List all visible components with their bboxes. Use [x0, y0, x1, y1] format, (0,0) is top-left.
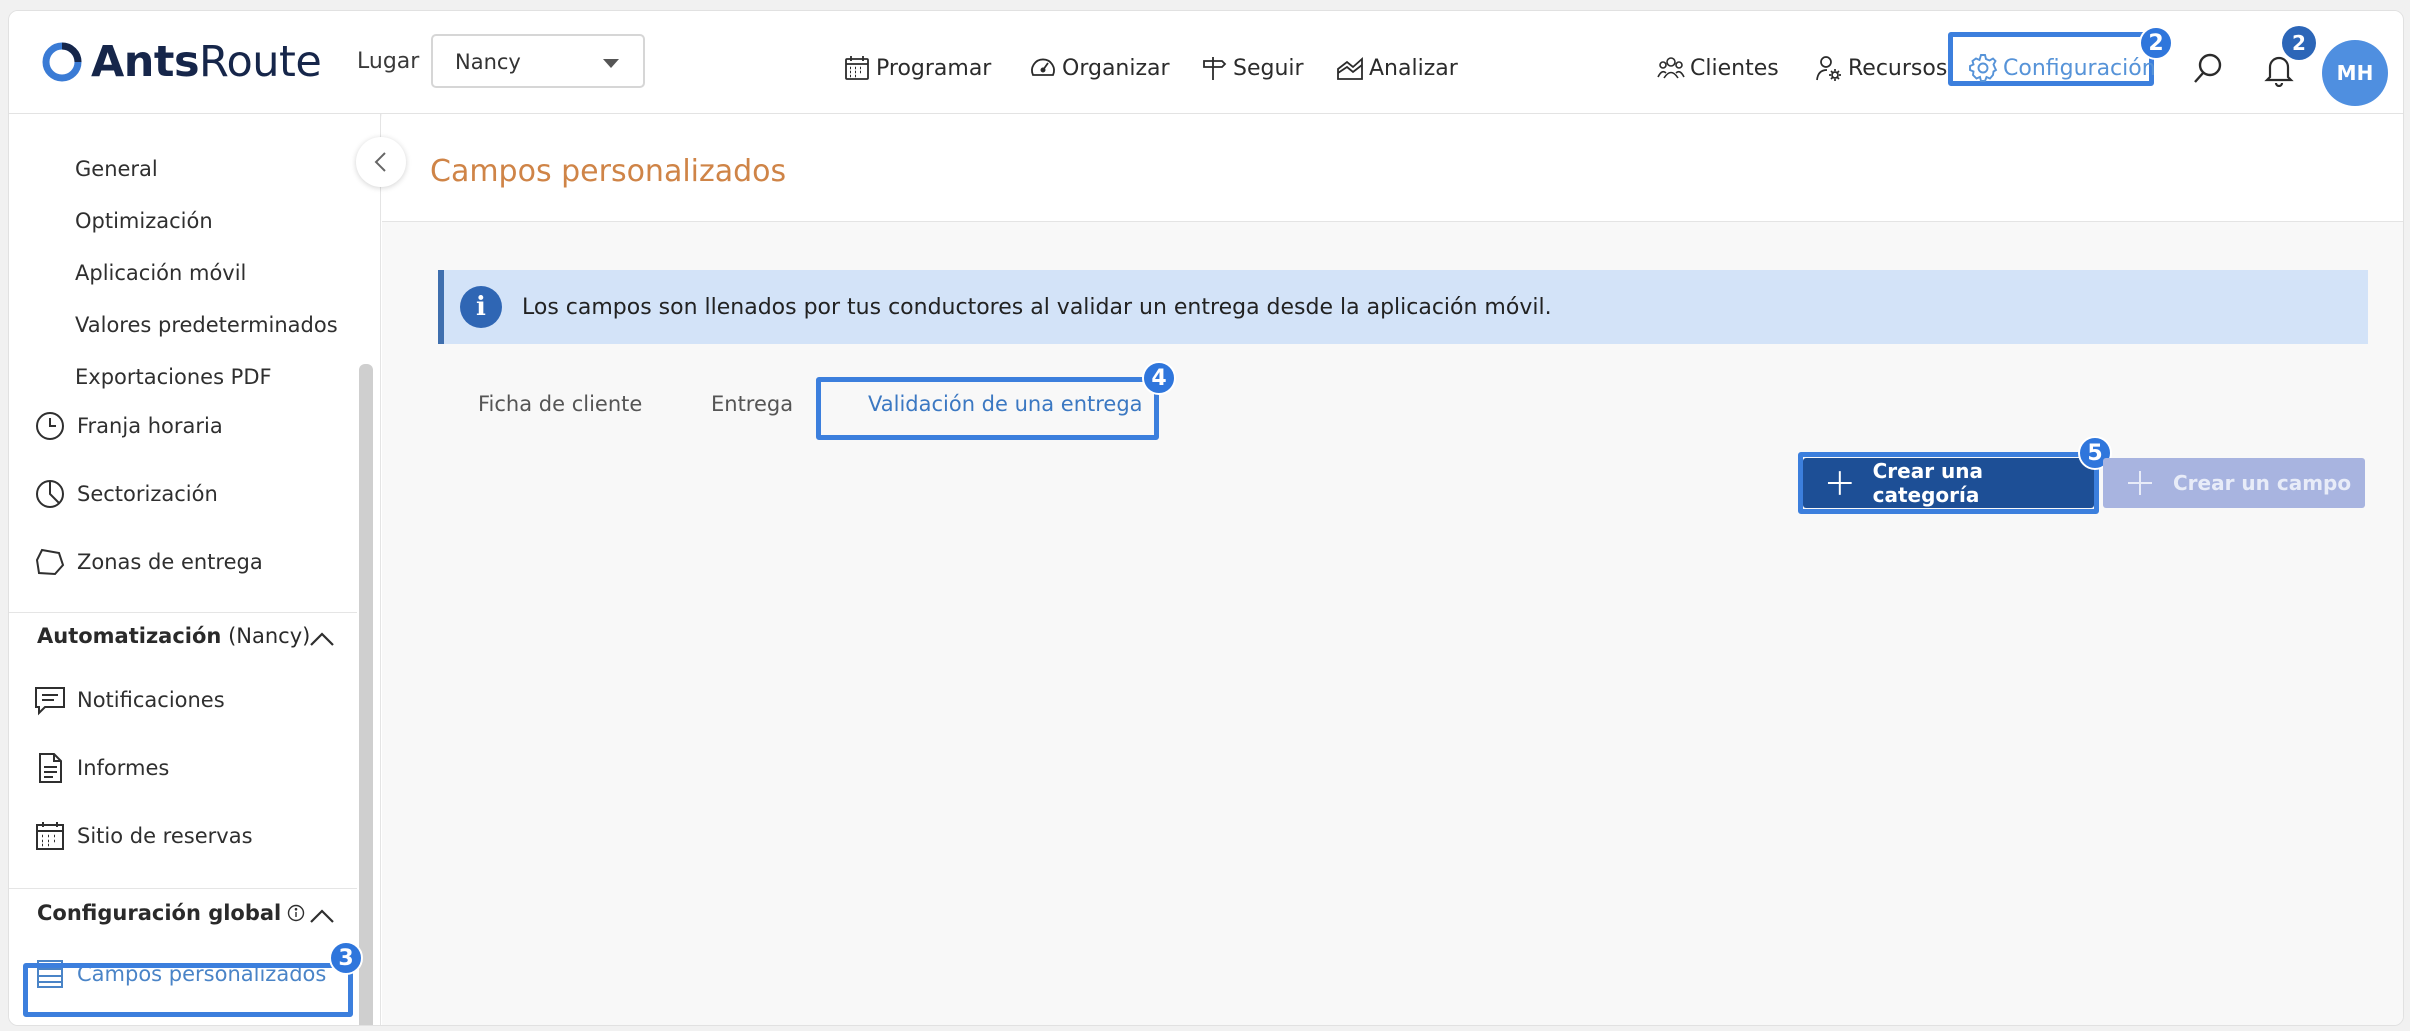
- sidebar-sub-item-aplicacion-movil[interactable]: Aplicación móvil: [75, 261, 246, 285]
- info-banner: i Los campos son llenados por tus conduc…: [438, 270, 2368, 344]
- sidebar-item-franja-horaria[interactable]: Franja horaria: [33, 409, 223, 443]
- polygon-icon: [35, 548, 65, 576]
- notification-count-badge: 2: [2282, 26, 2316, 60]
- clock-icon: [36, 412, 64, 440]
- logo-mark-icon: [42, 42, 82, 82]
- sidebar-divider: [9, 888, 357, 889]
- chevron-left-icon: [374, 152, 386, 172]
- sidebar: General Optimización Aplicación móvil Va…: [9, 114, 381, 1025]
- sidebar-item-sitio-de-reservas[interactable]: Sitio de reservas: [33, 819, 253, 853]
- nav-recursos-label: Recursos: [1848, 55, 1948, 81]
- pie-chart-icon: [36, 480, 64, 508]
- sidebar-item-sectorizacion[interactable]: Sectorización: [33, 477, 218, 511]
- nav-configuracion-label: Configuración: [2003, 55, 2156, 81]
- create-category-button[interactable]: Crear una categoría: [1803, 458, 2094, 508]
- logo-text: AntsRoute: [91, 37, 322, 87]
- sidebar-item-label: Notificaciones: [77, 688, 225, 712]
- message-icon: [35, 687, 65, 716]
- sidebar-section-configuracion-global[interactable]: Configuración global: [37, 901, 305, 925]
- sidebar-sub-item-valores-predeterminados[interactable]: Valores predeterminados: [75, 313, 338, 337]
- nav-programar[interactable]: Programar: [842, 51, 991, 85]
- nav-clientes[interactable]: Clientes: [1656, 51, 1779, 85]
- sidebar-item-label: Franja horaria: [77, 414, 223, 438]
- nav-seguir-label: Seguir: [1233, 55, 1304, 81]
- sidebar-sub-item-exportaciones-pdf[interactable]: Exportaciones PDF: [75, 365, 272, 389]
- caret-down-icon: [603, 59, 619, 68]
- sidebar-sub-item-general[interactable]: General: [75, 157, 158, 181]
- page-title: Campos personalizados: [430, 154, 787, 189]
- gear-icon: [1969, 54, 1998, 82]
- sidebar-section-automatizacion[interactable]: Automatización (Nancy): [37, 624, 310, 648]
- speedometer-icon: [1031, 58, 1055, 76]
- page-header: Campos personalizados: [382, 114, 2403, 222]
- chart-area-icon: [1337, 56, 1363, 80]
- top-bar: AntsRoute Lugar Nancy Programar Organiza…: [9, 11, 2403, 114]
- chevron-up-icon[interactable]: [307, 906, 337, 926]
- info-banner-text: Los campos son llenados por tus conducto…: [522, 294, 1552, 320]
- campos-highlight: [23, 963, 353, 1017]
- avatar[interactable]: MH: [2322, 40, 2388, 106]
- sidebar-sub-item-optimizacion[interactable]: Optimización: [75, 209, 213, 233]
- app-window: AntsRoute Lugar Nancy Programar Organiza…: [8, 10, 2404, 1026]
- nav-clientes-label: Clientes: [1690, 55, 1779, 81]
- chevron-up-icon[interactable]: [307, 629, 337, 649]
- section-title: Configuración global: [37, 901, 282, 925]
- calendar-grid-icon: [36, 822, 64, 850]
- sidebar-item-label: Informes: [77, 756, 170, 780]
- calendar-icon: [845, 56, 869, 80]
- info-icon: i: [460, 286, 502, 328]
- sidebar-item-notificaciones[interactable]: Notificaciones: [33, 683, 225, 717]
- antsroute-logo[interactable]: AntsRoute: [41, 37, 322, 87]
- sidebar-divider: [9, 612, 357, 613]
- place-select[interactable]: Nancy: [431, 34, 645, 88]
- step-badge: 3: [329, 941, 363, 975]
- nav-seguir[interactable]: Seguir: [1199, 51, 1304, 85]
- search-icon[interactable]: [2191, 51, 2225, 87]
- nav-analizar[interactable]: Analizar: [1335, 51, 1458, 85]
- info-circle-icon[interactable]: [287, 904, 305, 922]
- sidebar-item-label: Zonas de entrega: [77, 550, 263, 574]
- sidebar-item-label: Sectorización: [77, 482, 218, 506]
- place-select-value: Nancy: [455, 50, 521, 74]
- nav-analizar-label: Analizar: [1369, 55, 1458, 81]
- nav-programar-label: Programar: [876, 55, 992, 81]
- user-gear-icon: [1816, 56, 1841, 81]
- nav-organizar[interactable]: Organizar: [1028, 51, 1170, 85]
- signpost-icon: [1203, 57, 1227, 80]
- tab-entrega[interactable]: Entrega: [711, 392, 793, 416]
- place-label: Lugar: [357, 49, 420, 74]
- create-category-label: Crear una categoría: [1872, 459, 1984, 507]
- document-icon: [39, 753, 62, 783]
- users-icon: [1657, 57, 1685, 79]
- plus-icon: [2128, 471, 2152, 495]
- sidebar-item-informes[interactable]: Informes: [33, 751, 169, 785]
- collapse-sidebar-button[interactable]: [356, 137, 406, 187]
- nav-configuracion[interactable]: Configuración: [1967, 51, 2156, 85]
- nav-recursos[interactable]: Recursos: [1814, 51, 1947, 85]
- tab-ficha-de-cliente[interactable]: Ficha de cliente: [478, 392, 642, 416]
- sidebar-item-zonas-de-entrega[interactable]: Zonas de entrega: [33, 545, 263, 579]
- main-content: i Los campos son llenados por tus conduc…: [382, 222, 2403, 1025]
- tab-validacion-de-una-entrega[interactable]: Validación de una entrega: [868, 392, 1143, 416]
- section-title: Automatización: [37, 624, 222, 648]
- step-badge: 4: [1142, 361, 1176, 395]
- section-scope: (Nancy): [228, 624, 311, 648]
- step-badge: 2: [2139, 26, 2173, 60]
- create-field-button[interactable]: Crear un campo: [2103, 458, 2365, 508]
- sidebar-item-label: Sitio de reservas: [77, 824, 253, 848]
- plus-icon: [1827, 471, 1852, 495]
- sidebar-scrollbar[interactable]: [359, 364, 373, 1025]
- nav-organizar-label: Organizar: [1062, 55, 1170, 81]
- create-field-label: Crear un campo: [2173, 471, 2352, 495]
